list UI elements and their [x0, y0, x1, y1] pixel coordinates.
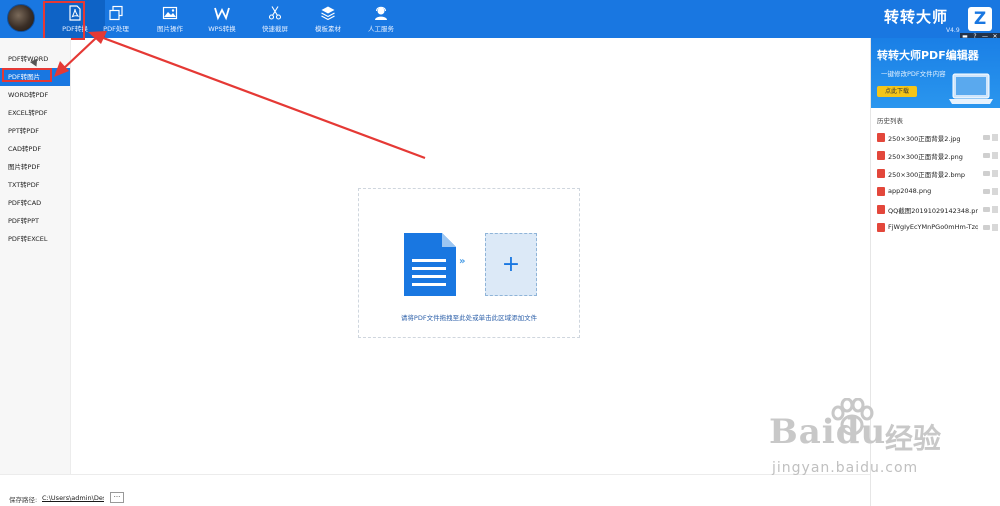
- nav-label: 模板素材: [315, 25, 341, 33]
- folder-icon[interactable]: [983, 207, 990, 212]
- laptop-icon: [949, 73, 993, 104]
- sidebar-item-pdf-to-ppt[interactable]: PDF转PPT: [0, 212, 70, 230]
- history-file-name: app2048.png: [888, 187, 932, 195]
- sidebar-item-label: WORD转PDF: [8, 91, 49, 99]
- watermark-brand-part2: du: [835, 412, 887, 452]
- nav-wps-convert[interactable]: WPS转换: [192, 0, 252, 38]
- annotation-highlight-sidebar: [2, 68, 52, 82]
- ad-subtitle: 一键修改PDF文件内容: [881, 70, 946, 78]
- stack-icon: [321, 6, 335, 21]
- delete-icon[interactable]: [992, 188, 998, 195]
- user-avatar[interactable]: [7, 4, 35, 32]
- sidebar-item-image-to-pdf[interactable]: 图片转PDF: [0, 158, 70, 176]
- watermark-cn: 经验: [885, 422, 942, 455]
- ad-title: 转转大师PDF编辑器: [877, 49, 979, 62]
- chevron-right-icon: »: [459, 256, 466, 267]
- nav-pdf-process[interactable]: PDF处理: [86, 0, 146, 38]
- annotation-highlight-nav: [43, 1, 85, 40]
- nav-image-ops[interactable]: 图片操作: [140, 0, 200, 38]
- sidebar-item-cad-to-pdf[interactable]: CAD转PDF: [0, 140, 70, 158]
- file-drop-zone[interactable]: » + 请将PDF文件拖拽至此处或单击此区域添加文件: [358, 188, 580, 338]
- folder-icon[interactable]: [983, 189, 990, 194]
- add-file-button[interactable]: +: [485, 233, 537, 296]
- save-path-link[interactable]: C:\Users\admin\Desl: [42, 494, 104, 502]
- delete-icon[interactable]: [992, 134, 998, 141]
- version-label: V4.9: [946, 27, 960, 34]
- watermark-url: jingyan.baidu.com: [772, 460, 919, 476]
- sidebar-item-label: EXCEL转PDF: [8, 109, 48, 117]
- history-file-name: 250×300正面背景2.bmp: [888, 171, 966, 179]
- save-path-label: 保存路径:: [9, 496, 38, 504]
- history-file-name: QQ截图20191029142348.png: [888, 207, 978, 215]
- history-file-name: FjWgIyEcYMnPGo0mHm-Tzq...: [888, 223, 978, 231]
- nav-label: 快速截屏: [262, 25, 288, 33]
- sidebar-item-ppt-to-pdf[interactable]: PPT转PDF: [0, 122, 70, 140]
- browse-path-button[interactable]: ···: [110, 492, 124, 503]
- sidebar-item-txt-to-pdf[interactable]: TXT转PDF: [0, 176, 70, 194]
- history-item[interactable]: 250×300正面背景2.jpg: [871, 129, 1000, 147]
- file-icon: [877, 223, 885, 232]
- image-icon: [162, 6, 178, 20]
- ad-banner[interactable]: 转转大师PDF编辑器 一键修改PDF文件内容 点此下载: [871, 38, 1000, 108]
- nav-label: 人工服务: [368, 25, 394, 33]
- scissors-icon: [268, 6, 282, 20]
- file-icon: [877, 133, 885, 142]
- folder-icon[interactable]: [983, 153, 990, 158]
- file-icon: [877, 187, 885, 196]
- history-item[interactable]: FjWgIyEcYMnPGo0mHm-Tzq...: [871, 219, 1000, 237]
- wps-icon: [214, 7, 230, 21]
- sidebar-item-label: TXT转PDF: [8, 181, 40, 189]
- brand-name: 转转大师: [884, 8, 949, 26]
- history-file-name: 250×300正面背景2.png: [888, 153, 963, 161]
- ad-download-button[interactable]: 点此下载: [877, 86, 917, 97]
- history-file-name: 250×300正面背景2.jpg: [888, 135, 961, 143]
- sidebar-item-label: 图片转PDF: [8, 163, 41, 171]
- top-toolbar: PDF转换 PDF处理 图片操作 WPS转换 快速截屏 模板素材 人工服务 转转…: [0, 0, 1000, 38]
- history-title: 历史列表: [877, 117, 903, 125]
- sidebar-item-label: PPT转PDF: [8, 127, 39, 135]
- sidebar-item-pdf-to-cad[interactable]: PDF转CAD: [0, 194, 70, 212]
- sidebar-item-label: PDF转CAD: [8, 199, 42, 207]
- nav-label: 图片操作: [157, 25, 183, 33]
- delete-icon[interactable]: [992, 170, 998, 177]
- file-icon: [877, 205, 885, 214]
- nav-templates[interactable]: 模板素材: [298, 0, 358, 38]
- sidebar-item-excel-to-pdf[interactable]: EXCEL转PDF: [0, 104, 70, 122]
- folder-icon[interactable]: [983, 171, 990, 176]
- brand-logo: Z: [968, 7, 992, 31]
- file-icon: [877, 151, 885, 160]
- sidebar-item-label: PDF转EXCEL: [8, 235, 48, 243]
- watermark-brand-part1: Bai: [769, 412, 836, 452]
- arrow-to-nav: [88, 31, 426, 160]
- delete-icon[interactable]: [992, 152, 998, 159]
- delete-icon[interactable]: [992, 206, 998, 213]
- app-window: PDF转换 PDF处理 图片操作 WPS转换 快速截屏 模板素材 人工服务 转转…: [0, 0, 1000, 506]
- sidebar-item-label: PDF转PPT: [8, 217, 39, 225]
- layers-icon: [109, 5, 123, 21]
- history-item[interactable]: 250×300正面背景2.bmp: [871, 165, 1000, 183]
- watermark-brand: Baidu: [769, 412, 886, 452]
- nav-label: WPS转换: [208, 25, 236, 33]
- sidebar-item-label: CAD转PDF: [8, 145, 42, 153]
- status-bar: 保存路径: C:\Users\admin\Desl ···: [0, 474, 870, 506]
- folder-icon[interactable]: [983, 225, 990, 230]
- document-icon: [404, 233, 456, 296]
- folder-icon[interactable]: [983, 135, 990, 140]
- history-item[interactable]: QQ截图20191029142348.png: [871, 201, 1000, 219]
- sidebar-item-word-to-pdf[interactable]: WORD转PDF: [0, 86, 70, 104]
- delete-icon[interactable]: [992, 224, 998, 231]
- headset-icon: [375, 6, 387, 20]
- history-item[interactable]: 250×300正面背景2.png: [871, 147, 1000, 165]
- sidebar-item-label: PDF转WORD: [8, 55, 49, 63]
- drop-hint-text: 请将PDF文件拖拽至此处或单击此区域添加文件: [400, 314, 538, 322]
- nav-human-service[interactable]: 人工服务: [351, 0, 411, 38]
- nav-label: PDF处理: [103, 25, 129, 33]
- baidu-watermark: Baidu 经验 jingyan.baidu.com: [760, 398, 990, 488]
- conversion-sidebar: PDF转WORD PDF转图片 WORD转PDF EXCEL转PDF PPT转P…: [0, 38, 71, 474]
- file-icon: [877, 169, 885, 178]
- history-item[interactable]: app2048.png: [871, 183, 1000, 201]
- nav-screenshot[interactable]: 快速截屏: [245, 0, 305, 38]
- sidebar-item-pdf-to-excel[interactable]: PDF转EXCEL: [0, 230, 70, 248]
